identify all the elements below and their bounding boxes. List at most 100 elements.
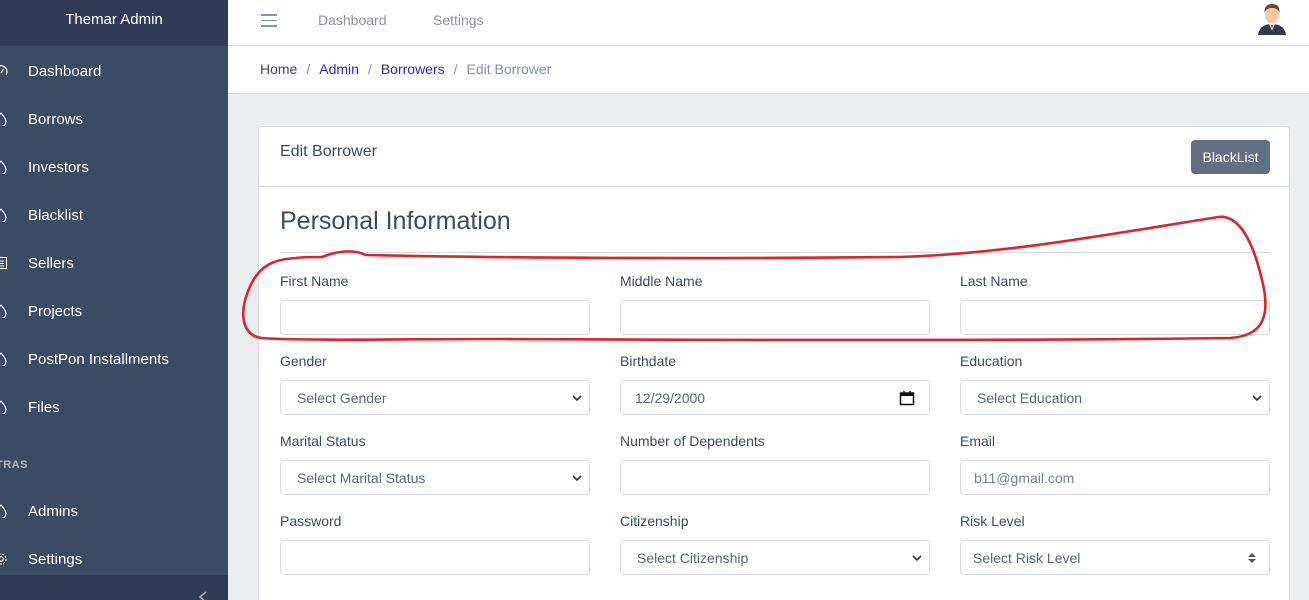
edit-borrower-card: Edit Borrower BlackList Personal Informa… bbox=[258, 126, 1290, 600]
birthdate-input[interactable]: 12/29/2000 bbox=[620, 380, 930, 415]
subheader: Home / Admin / Borrowers / Edit Borrower bbox=[228, 46, 1309, 94]
risk-level-group: Risk Level Select Risk Level bbox=[960, 513, 1270, 575]
drop-icon bbox=[0, 112, 8, 126]
education-value: Select Education bbox=[977, 390, 1083, 406]
email-field[interactable]: b11@gmail.com bbox=[960, 460, 1270, 495]
divider bbox=[280, 252, 1270, 253]
last-name-group: Last Name bbox=[960, 273, 1270, 335]
middle-name-label: Middle Name bbox=[620, 273, 703, 289]
drop-icon bbox=[0, 352, 8, 366]
sidebar-item-settings[interactable]: Settings bbox=[0, 539, 228, 579]
blacklist-button[interactable]: BlackList bbox=[1191, 140, 1270, 174]
last-name-label: Last Name bbox=[960, 273, 1028, 289]
chevron-down-icon bbox=[572, 395, 582, 402]
breadcrumb-separator: / bbox=[306, 61, 311, 77]
sidebar-item-label: Sellers bbox=[28, 254, 74, 272]
education-select[interactable]: Select Education bbox=[960, 380, 1270, 415]
last-name-input[interactable] bbox=[960, 300, 1270, 335]
drop-icon bbox=[0, 160, 8, 174]
header-link-settings[interactable]: Settings bbox=[433, 12, 484, 28]
sidebar-item-blacklist[interactable]: Blacklist bbox=[0, 195, 228, 235]
citizenship-select[interactable]: Select Citizenship bbox=[620, 540, 930, 575]
sidebar-item-files[interactable]: Files bbox=[0, 387, 228, 427]
dependents-input[interactable] bbox=[620, 460, 930, 495]
sidebar-item-borrows[interactable]: Borrows bbox=[0, 99, 228, 139]
education-group: Education Select Education bbox=[960, 353, 1270, 415]
email-group: Email b11@gmail.com bbox=[960, 433, 1270, 495]
marital-status-label: Marital Status bbox=[280, 433, 366, 449]
email-label: Email bbox=[960, 433, 996, 449]
first-name-group: First Name bbox=[280, 273, 590, 335]
citizenship-value: Select Citizenship bbox=[637, 550, 749, 566]
email-value: b11@gmail.com bbox=[974, 470, 1075, 486]
menu-toggle-icon[interactable] bbox=[261, 14, 277, 28]
sidebar-item-label: Investors bbox=[28, 158, 89, 176]
middle-name-input[interactable] bbox=[620, 300, 930, 335]
breadcrumb-admin[interactable]: Admin bbox=[319, 61, 359, 77]
calendar-icon[interactable] bbox=[899, 390, 915, 406]
chevron-down-icon bbox=[912, 555, 922, 562]
sidebar-item-dashboard[interactable]: Dashboard bbox=[0, 51, 228, 91]
breadcrumb-home[interactable]: Home bbox=[260, 61, 297, 77]
sidebar-item-label: Admins bbox=[28, 502, 79, 520]
gender-group: Gender Select Gender bbox=[280, 353, 590, 415]
sidebar-item-postpon-installments[interactable]: PostPon Installments bbox=[0, 339, 228, 379]
sidebar-minimizer[interactable] bbox=[0, 575, 228, 600]
card-title: Edit Borrower bbox=[280, 143, 377, 160]
sidebar-item-investors[interactable]: Investors bbox=[0, 147, 228, 187]
breadcrumb: Home / Admin / Borrowers / Edit Borrower bbox=[260, 61, 551, 77]
marital-status-value: Select Marital Status bbox=[297, 470, 426, 486]
sidebar-item-label: Settings bbox=[28, 550, 83, 568]
sidebar: Themar Admin Dashboard Borrows Investors… bbox=[0, 0, 228, 600]
breadcrumb-separator: / bbox=[453, 61, 458, 77]
first-name-input[interactable] bbox=[280, 300, 590, 335]
risk-level-label: Risk Level bbox=[960, 513, 1025, 529]
middle-name-group: Middle Name bbox=[620, 273, 930, 335]
risk-level-value: Select Risk Level bbox=[973, 550, 1081, 566]
marital-status-select[interactable]: Select Marital Status bbox=[280, 460, 590, 495]
dependents-group: Number of Dependents bbox=[620, 433, 930, 495]
chevron-down-icon bbox=[1252, 395, 1262, 402]
breadcrumb-borrowers[interactable]: Borrowers bbox=[381, 61, 445, 77]
drop-icon bbox=[0, 504, 8, 518]
sidebar-item-admins[interactable]: Admins bbox=[0, 491, 228, 531]
sidebar-item-label: Dashboard bbox=[28, 62, 102, 80]
sidebar-section-title: TRAS bbox=[0, 459, 28, 471]
citizenship-label: Citizenship bbox=[620, 513, 689, 529]
drop-icon bbox=[0, 304, 8, 318]
gear-icon bbox=[0, 552, 8, 566]
education-label: Education bbox=[960, 353, 1023, 369]
sidebar-item-projects[interactable]: Projects bbox=[0, 291, 228, 331]
sidebar-item-label: PostPon Installments bbox=[28, 350, 169, 368]
marital-status-group: Marital Status Select Marital Status bbox=[280, 433, 590, 495]
sidebar-item-sellers[interactable]: Sellers bbox=[0, 243, 228, 283]
avatar[interactable] bbox=[1255, 1, 1289, 35]
breadcrumb-separator: / bbox=[367, 61, 372, 77]
speedometer-icon bbox=[0, 64, 8, 78]
sidebar-item-label: Files bbox=[28, 398, 60, 416]
gender-label: Gender bbox=[280, 353, 327, 369]
password-group: Password bbox=[280, 513, 590, 575]
dependents-label: Number of Dependents bbox=[620, 433, 765, 449]
birthdate-value: 12/29/2000 bbox=[635, 390, 706, 406]
birthdate-label: Birthdate bbox=[620, 353, 677, 369]
gender-select[interactable]: Select Gender bbox=[280, 380, 590, 415]
chevron-down-icon bbox=[572, 475, 582, 482]
sidebar-item-label: Projects bbox=[28, 302, 83, 320]
breadcrumb-current: Edit Borrower bbox=[466, 61, 552, 77]
section-title: Personal Information bbox=[280, 207, 511, 235]
drop-icon bbox=[0, 400, 8, 414]
first-name-label: First Name bbox=[280, 273, 349, 289]
password-field[interactable] bbox=[280, 540, 590, 575]
gender-value: Select Gender bbox=[297, 390, 387, 406]
brand-title[interactable]: Themar Admin bbox=[0, 0, 228, 46]
risk-level-select[interactable]: Select Risk Level bbox=[960, 540, 1270, 575]
drop-icon bbox=[0, 208, 8, 222]
birthdate-group: Birthdate 12/29/2000 bbox=[620, 353, 930, 415]
card-header: Edit Borrower BlackList bbox=[259, 127, 1289, 187]
header-link-dashboard[interactable]: Dashboard bbox=[318, 12, 387, 28]
sort-updown-icon bbox=[1248, 553, 1256, 563]
password-label: Password bbox=[280, 513, 342, 529]
top-header: Dashboard Settings bbox=[228, 0, 1309, 46]
sidebar-item-label: Borrows bbox=[28, 110, 84, 128]
